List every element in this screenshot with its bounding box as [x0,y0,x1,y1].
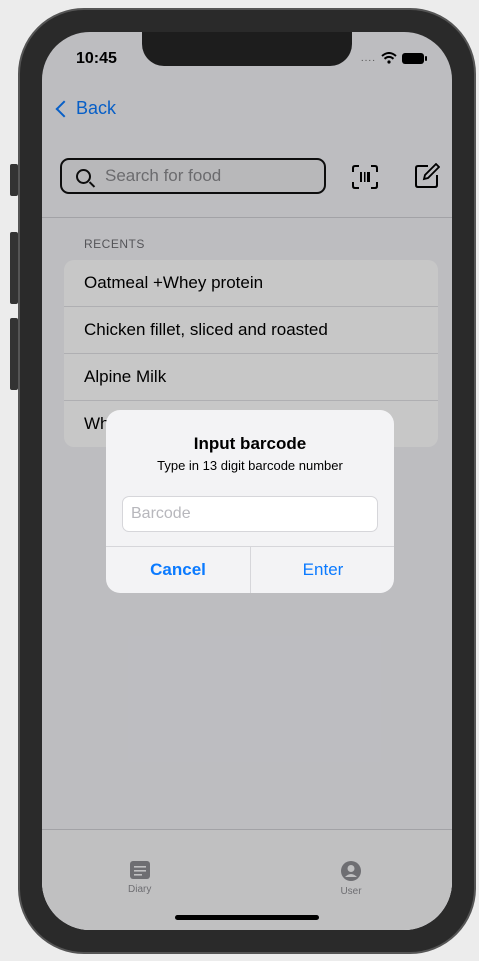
side-button-volume-up [10,232,18,304]
side-button-volume-down [10,318,18,390]
barcode-alert: Input barcode Type in 13 digit barcode n… [106,410,394,593]
alert-title: Input barcode [193,434,307,453]
side-button-mute [10,164,18,196]
enter-button[interactable]: Enter [251,547,394,593]
cancel-button[interactable]: Cancel [106,547,250,593]
notch [142,32,352,66]
alert-message: Type in 13 digit barcode number [157,458,343,473]
screen: 10:45 .... Back Search for food RECENTS … [42,32,452,930]
phone-frame: 10:45 .... Back Search for food RECENTS … [18,8,476,954]
barcode-input[interactable] [122,496,378,532]
